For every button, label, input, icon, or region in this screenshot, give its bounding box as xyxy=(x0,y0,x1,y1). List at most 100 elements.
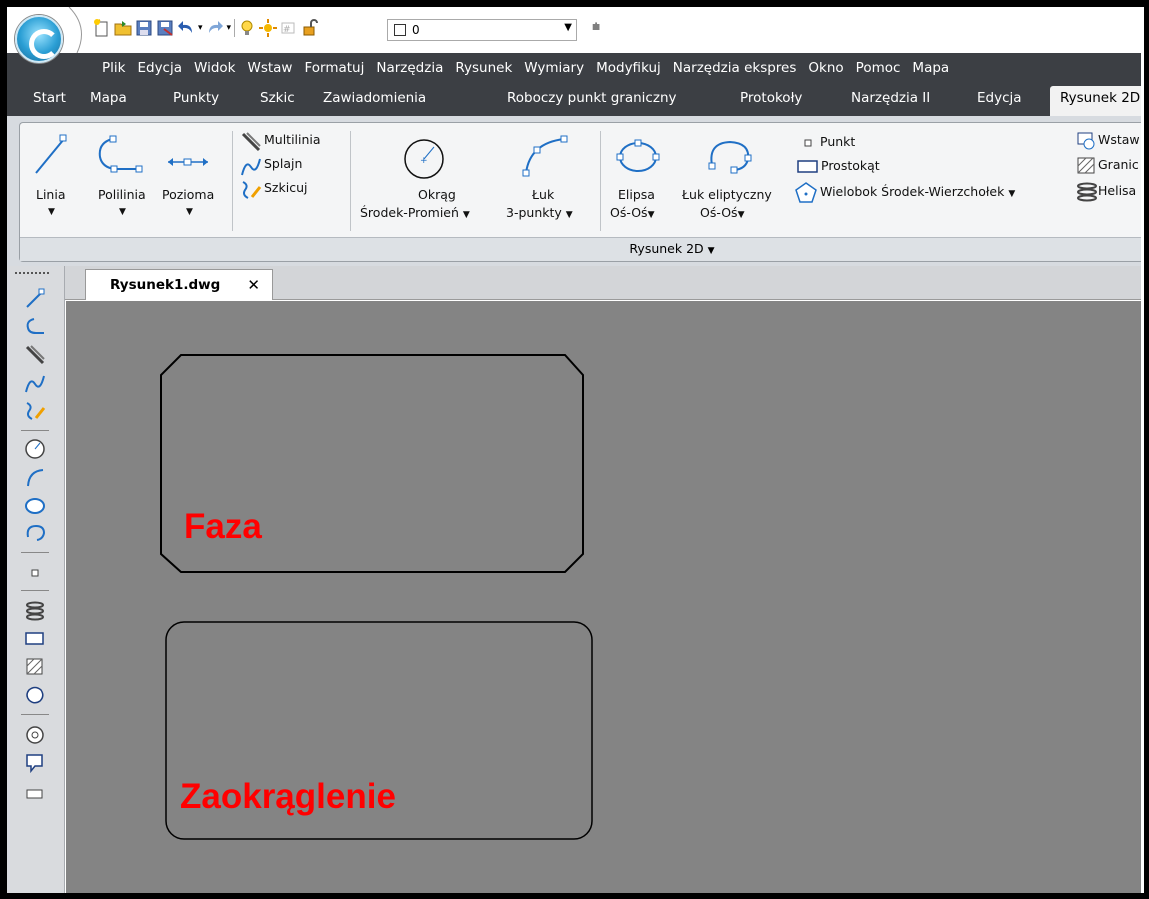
line-icon[interactable] xyxy=(24,288,46,310)
redo-icon[interactable] xyxy=(206,19,224,37)
ellipse-tool-label[interactable]: Elipsa xyxy=(618,187,655,202)
rectangle-icon[interactable] xyxy=(796,158,820,176)
menu-rysunek[interactable]: Rysunek xyxy=(449,60,518,76)
menu-narzedzia-ekspres[interactable]: Narzędzia ekspres xyxy=(667,60,803,76)
spline-label[interactable]: Splajn xyxy=(264,156,302,171)
polygon-icon[interactable] xyxy=(794,181,818,205)
elliptical-arc-icon[interactable] xyxy=(24,522,46,544)
customize-toolbar-icon[interactable]: ⩧ xyxy=(592,19,600,35)
toolbar-grip[interactable] xyxy=(15,272,49,275)
helix-icon[interactable] xyxy=(24,600,46,622)
panel-title-dropdown-icon[interactable]: ▼ xyxy=(708,246,715,256)
arc-tool-label[interactable]: Łuk xyxy=(532,187,554,202)
boundary-hatch-icon[interactable] xyxy=(1076,156,1098,176)
line-tool-dropdown-icon[interactable]: ▼ xyxy=(48,207,55,217)
menu-narzedzia[interactable]: Narzędzia xyxy=(370,60,449,76)
circle-tool-mode[interactable]: Środek-Promień ▼ xyxy=(360,205,470,220)
layer-freeze-icon[interactable]: # xyxy=(280,19,298,37)
tab-start[interactable]: Start xyxy=(33,90,66,106)
tab-narzedzia-ii[interactable]: Narzędzia II xyxy=(851,90,930,106)
line-tool-icon[interactable] xyxy=(30,131,70,179)
circle-tool-label[interactable]: Okrąg xyxy=(418,187,456,202)
arc-icon[interactable] xyxy=(24,466,46,488)
sketch-icon[interactable] xyxy=(240,179,262,201)
tab-punkty[interactable]: Punkty xyxy=(173,90,219,106)
arc-tool-icon[interactable] xyxy=(520,133,570,179)
polygon-dropdown-icon[interactable]: ▼ xyxy=(1008,189,1015,199)
menu-pomoc[interactable]: Pomoc xyxy=(850,60,907,76)
redo-dropdown-icon[interactable]: ▾ xyxy=(227,23,232,33)
elliptical-arc-dropdown-icon[interactable]: ▼ xyxy=(738,210,745,220)
circle-dropdown-icon[interactable]: ▼ xyxy=(463,210,470,220)
insert-block-icon[interactable] xyxy=(1076,131,1098,151)
ellipse-tool-mode[interactable]: Oś-Oś▼ xyxy=(610,205,654,220)
polyline-icon[interactable] xyxy=(24,316,46,338)
boundary-label[interactable]: Granic xyxy=(1098,157,1139,172)
layer-dropdown[interactable]: 0 ▼ xyxy=(387,19,577,41)
fillet-label[interactable]: Zaokrąglenie xyxy=(180,777,396,816)
circle-icon[interactable] xyxy=(24,438,46,460)
hatch-icon[interactable] xyxy=(24,656,46,678)
elliptical-arc-label[interactable]: Łuk eliptyczny xyxy=(682,187,772,202)
menu-modyfikuj[interactable]: Modyfikuj xyxy=(590,60,667,76)
tab-rysunek-2d[interactable]: Rysunek 2D xyxy=(1050,86,1144,116)
spline-icon[interactable] xyxy=(240,155,262,177)
app-logo-button[interactable] xyxy=(15,15,63,63)
arc-tool-mode[interactable]: 3-punkty ▼ xyxy=(506,205,573,220)
unlock-icon[interactable] xyxy=(301,19,319,37)
menu-wstaw[interactable]: Wstaw xyxy=(241,60,298,76)
helix-label[interactable]: Helisa xyxy=(1098,183,1136,198)
document-tab[interactable]: Rysunek1.dwg ✕ xyxy=(85,269,273,300)
tab-protokoly[interactable]: Protokoły xyxy=(740,90,802,106)
arc-dropdown-icon[interactable]: ▼ xyxy=(566,210,573,220)
spline-icon[interactable] xyxy=(24,372,46,394)
helix-icon[interactable] xyxy=(1076,181,1098,203)
save-icon[interactable] xyxy=(135,19,153,37)
rectangle-label[interactable]: Prostokąt xyxy=(821,158,880,173)
sketch-icon[interactable] xyxy=(24,400,46,422)
donut-icon[interactable] xyxy=(24,724,46,746)
revision-cloud-icon[interactable] xyxy=(24,780,46,802)
ribbon-panel-title[interactable]: Rysunek 2D ▼ xyxy=(20,237,1144,261)
point-icon[interactable] xyxy=(24,562,46,584)
circle-tool-icon[interactable]: + xyxy=(402,137,446,181)
lightbulb-icon[interactable] xyxy=(238,19,256,37)
menu-mapa[interactable]: Mapa xyxy=(906,60,955,76)
save-as-icon[interactable] xyxy=(156,19,174,37)
polyline-tool-label[interactable]: Polilinia xyxy=(98,187,146,202)
menu-edycja[interactable]: Edycja xyxy=(131,60,188,76)
close-document-icon[interactable]: ✕ xyxy=(247,276,260,294)
sketch-label[interactable]: Szkicuj xyxy=(264,180,307,195)
multiline-icon[interactable] xyxy=(24,344,46,366)
horizontal-line-label[interactable]: Pozioma xyxy=(162,187,214,202)
menu-okno[interactable]: Okno xyxy=(802,60,849,76)
polyline-tool-icon[interactable] xyxy=(94,135,144,177)
tab-zawiadomienia[interactable]: Zawiadomienia xyxy=(323,90,426,106)
elliptical-arc-icon[interactable] xyxy=(704,137,754,177)
region-icon[interactable] xyxy=(24,684,46,706)
polyline-tool-dropdown-icon[interactable]: ▼ xyxy=(119,207,126,217)
new-file-icon[interactable] xyxy=(93,19,111,37)
multiline-icon[interactable] xyxy=(240,131,262,153)
ellipse-icon[interactable] xyxy=(24,494,46,516)
sun-icon[interactable] xyxy=(259,19,278,37)
tab-mapa[interactable]: Mapa xyxy=(90,90,127,106)
polygon-tool[interactable]: Wielobok Środek-Wierzchołek ▼ xyxy=(820,184,1015,199)
menu-plik[interactable]: Plik xyxy=(96,60,131,76)
chamfer-label[interactable]: Faza xyxy=(184,507,262,546)
menu-widok[interactable]: Widok xyxy=(188,60,241,76)
undo-dropdown-icon[interactable]: ▾ xyxy=(198,23,203,33)
tab-szkic[interactable]: Szkic xyxy=(260,90,295,106)
drawing-canvas[interactable]: Faza Zaokrąglenie xyxy=(66,301,1144,893)
tab-roboczy-punkt-graniczny[interactable]: Roboczy punkt graniczny xyxy=(507,90,677,106)
tab-edycja[interactable]: Edycja xyxy=(977,90,1022,106)
multiline-label[interactable]: Multilinia xyxy=(264,132,321,147)
point-label[interactable]: Punkt xyxy=(820,134,855,149)
open-file-icon[interactable] xyxy=(114,19,132,37)
undo-icon[interactable] xyxy=(177,19,195,37)
horizontal-line-icon[interactable] xyxy=(166,155,210,169)
ellipse-dropdown-icon[interactable]: ▼ xyxy=(648,210,655,220)
ellipse-tool-icon[interactable] xyxy=(616,137,660,177)
point-icon[interactable] xyxy=(802,137,814,149)
line-tool-label[interactable]: Linia xyxy=(36,187,66,202)
